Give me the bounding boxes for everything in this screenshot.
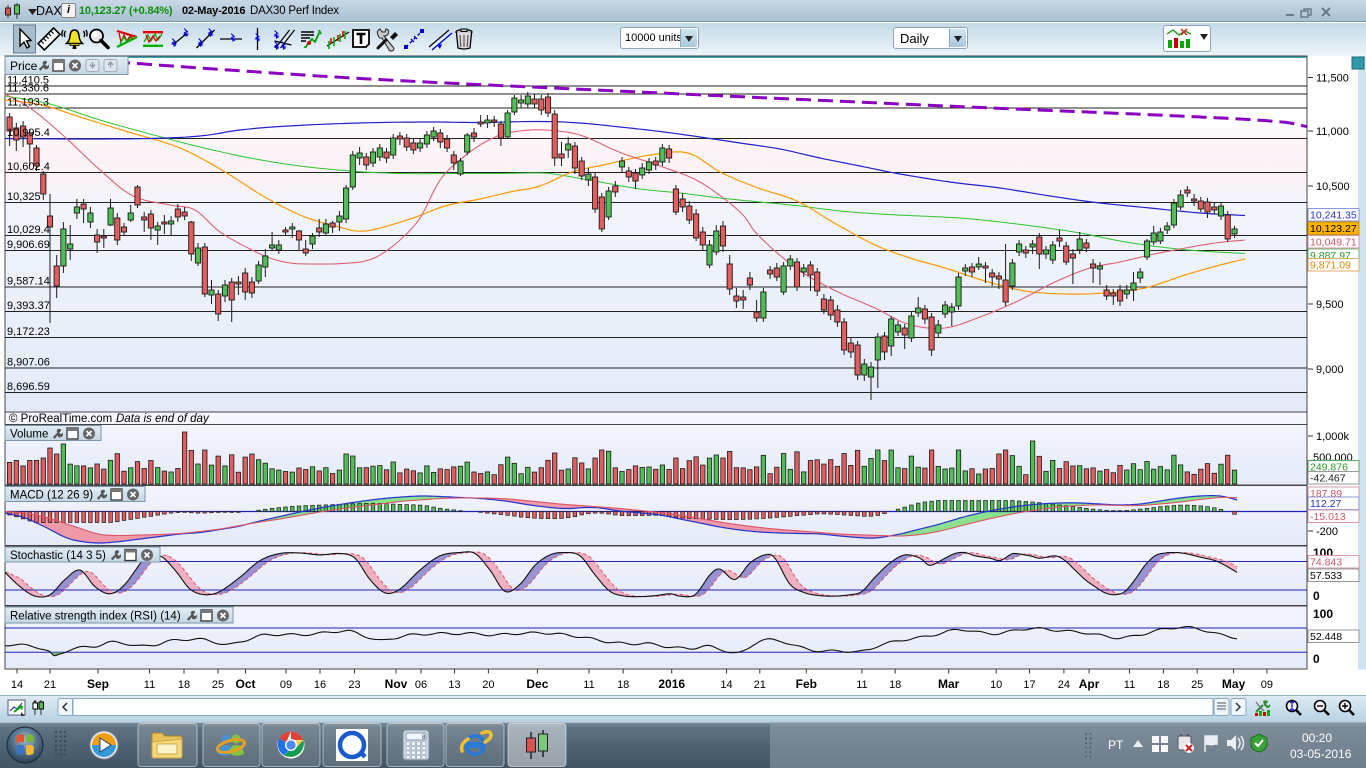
svg-text:Mar: Mar [938, 677, 960, 691]
svg-text:Volume: Volume [10, 429, 48, 441]
svg-text:May: May [1222, 677, 1246, 691]
svg-text:PT: PT [1108, 738, 1124, 752]
svg-text:18: 18 [617, 679, 629, 691]
svg-text:9,172.23: 9,172.23 [7, 326, 50, 338]
svg-text:03-05-2016: 03-05-2016 [1290, 747, 1352, 761]
svg-text:8,907.06: 8,907.06 [7, 357, 50, 369]
svg-text:10,029.4: 10,029.4 [7, 224, 50, 236]
svg-text:11,193.3: 11,193.3 [7, 97, 49, 109]
svg-text:Sep: Sep [87, 677, 109, 691]
svg-text:9,000: 9,000 [1316, 364, 1344, 376]
svg-text:16: 16 [314, 679, 326, 691]
svg-text:74.843: 74.843 [1310, 557, 1342, 569]
svg-text:25: 25 [212, 679, 224, 691]
svg-text:57.533: 57.533 [1310, 570, 1342, 582]
svg-text:Price: Price [10, 59, 38, 73]
svg-text:1,000k: 1,000k [1316, 431, 1350, 443]
svg-text:Oct: Oct [235, 677, 255, 691]
svg-text:-15.013: -15.013 [1310, 511, 1346, 523]
svg-text:© ProRealTime.com: © ProRealTime.com [9, 413, 112, 425]
svg-text:10,049.71: 10,049.71 [1310, 237, 1357, 249]
svg-text:11: 11 [1124, 679, 1135, 691]
svg-text:18: 18 [889, 679, 901, 691]
svg-text:18: 18 [1157, 679, 1169, 691]
svg-text:11: 11 [856, 679, 867, 691]
svg-text:100: 100 [1313, 607, 1333, 621]
svg-text:Relative strength index (RSI): Relative strength index (RSI) (14) [10, 611, 181, 623]
svg-text:13: 13 [448, 679, 460, 691]
svg-text:52.448: 52.448 [1310, 631, 1342, 643]
svg-text:14: 14 [11, 679, 23, 691]
svg-text:10: 10 [990, 679, 1002, 691]
svg-text:23: 23 [348, 679, 360, 691]
svg-text:21: 21 [754, 679, 766, 691]
svg-text:10,325: 10,325 [7, 191, 41, 203]
svg-text:Data is end of day: Data is end of day [116, 413, 210, 425]
svg-text:09: 09 [1261, 679, 1273, 691]
svg-text:Feb: Feb [796, 677, 817, 691]
svg-text:8,696.59: 8,696.59 [7, 381, 50, 393]
svg-text:9,906.69: 9,906.69 [7, 239, 50, 251]
svg-text:0: 0 [1313, 652, 1320, 666]
svg-text:11,500: 11,500 [1316, 73, 1349, 85]
svg-text:9,871.09: 9,871.09 [1310, 260, 1351, 272]
svg-text:Dec: Dec [526, 677, 548, 691]
svg-text:18: 18 [178, 679, 190, 691]
svg-text:24: 24 [1058, 679, 1070, 691]
svg-text:11: 11 [144, 679, 155, 691]
svg-text:10,123.27: 10,123.27 [1310, 223, 1357, 235]
svg-text:10,500: 10,500 [1316, 181, 1350, 193]
svg-text:00:20: 00:20 [1302, 731, 1332, 745]
svg-text:0: 0 [1313, 589, 1320, 603]
svg-text:10,241.35: 10,241.35 [1310, 210, 1357, 222]
svg-text:Apr: Apr [1079, 677, 1100, 691]
svg-text:21: 21 [44, 679, 56, 691]
svg-text:Nov: Nov [385, 677, 408, 691]
svg-text:112.27: 112.27 [1310, 498, 1341, 510]
svg-text:10,995.4: 10,995.4 [7, 127, 50, 139]
svg-text:-200: -200 [1316, 526, 1338, 538]
svg-text:11: 11 [583, 679, 594, 691]
svg-text:2016: 2016 [658, 677, 685, 691]
svg-text:25: 25 [1191, 679, 1203, 691]
svg-text:-42.467: -42.467 [1310, 473, 1346, 485]
svg-text:17: 17 [1023, 679, 1035, 691]
svg-text:9,587.14: 9,587.14 [7, 276, 50, 288]
svg-text:06: 06 [415, 679, 427, 691]
svg-text:Stochastic (14 3 5): Stochastic (14 3 5) [10, 550, 106, 562]
svg-text:11,330.6: 11,330.6 [7, 83, 49, 95]
svg-text:9,393.37: 9,393.37 [7, 300, 50, 312]
svg-text:MACD (12 26 9): MACD (12 26 9) [10, 490, 93, 502]
svg-text:9,500: 9,500 [1316, 299, 1344, 311]
svg-text:14: 14 [720, 679, 732, 691]
svg-text:20: 20 [482, 679, 494, 691]
svg-text:09: 09 [280, 679, 292, 691]
svg-text:10,602.4: 10,602.4 [7, 161, 50, 173]
svg-text:11,000: 11,000 [1316, 126, 1349, 138]
